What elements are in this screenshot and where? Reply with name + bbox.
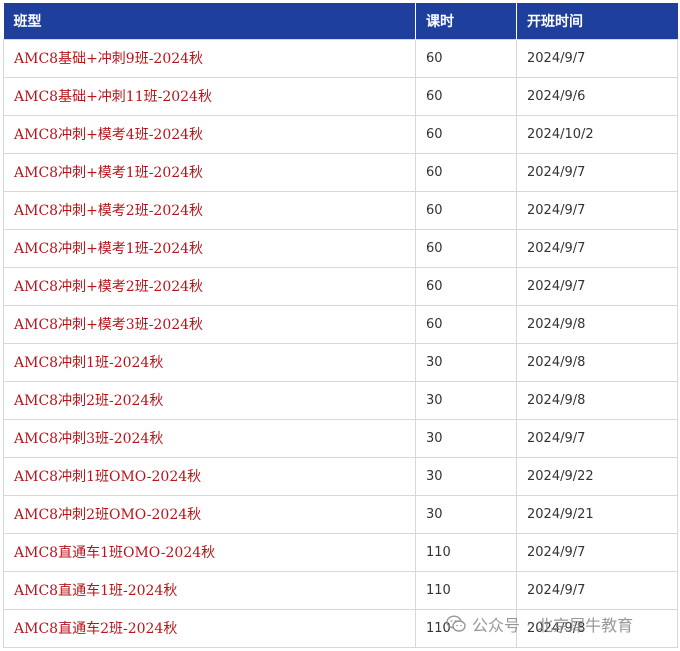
- class-start-date: 2024/9/7: [516, 532, 678, 572]
- class-name-link[interactable]: AMC8冲刺+模考1班-2024秋: [3, 152, 416, 192]
- class-hours: 60: [415, 152, 517, 192]
- class-hours: 110: [415, 570, 517, 610]
- class-start-date: 2024/9/7: [516, 228, 678, 268]
- class-hours: 110: [415, 532, 517, 572]
- table-row: AMC8基础+冲刺9班-2024秋 60 2024/9/7: [3, 38, 678, 78]
- class-name-link[interactable]: AMC8基础+冲刺9班-2024秋: [3, 38, 416, 78]
- class-name-link[interactable]: AMC8冲刺1班OMO-2024秋: [3, 456, 416, 496]
- class-start-date: 2024/9/7: [516, 152, 678, 192]
- class-hours: 60: [415, 38, 517, 78]
- class-name-link[interactable]: AMC8冲刺2班-2024秋: [3, 380, 416, 420]
- table-row: AMC8冲刺+模考2班-2024秋 60 2024/9/7: [3, 190, 678, 230]
- class-hours: 30: [415, 494, 517, 534]
- class-name-link[interactable]: AMC8冲刺2班OMO-2024秋: [3, 494, 416, 534]
- class-name-link[interactable]: AMC8冲刺1班-2024秋: [3, 342, 416, 382]
- class-name-link[interactable]: AMC8直通车1班OMO-2024秋: [3, 532, 416, 572]
- table-row: AMC8直通车1班-2024秋 110 2024/9/7: [3, 570, 678, 610]
- table-body: AMC8基础+冲刺9班-2024秋 60 2024/9/7 AMC8基础+冲刺11班-…: [3, 38, 678, 648]
- table-row: AMC8冲刺2班-2024秋 30 2024/9/8: [3, 380, 678, 420]
- class-hours: 60: [415, 304, 517, 344]
- course-table: 班型 课时 开班时间 AMC8基础+冲刺9班-2024秋 60 2024/9/7 AM…: [3, 3, 678, 648]
- header-row: 班型 课时 开班时间: [3, 3, 678, 39]
- class-start-date: 2024/9/7: [516, 418, 678, 458]
- table-row: AMC8基础+冲刺11班-2024秋 60 2024/9/6: [3, 76, 678, 116]
- class-name-link[interactable]: AMC8基础+冲刺11班-2024秋: [3, 76, 416, 116]
- table-row: AMC8冲刺3班-2024秋 30 2024/9/7: [3, 418, 678, 458]
- class-name-link[interactable]: AMC8直通车1班-2024秋: [3, 570, 416, 610]
- class-start-date: 2024/9/7: [516, 190, 678, 230]
- class-hours: 60: [415, 266, 517, 306]
- class-hours: 30: [415, 380, 517, 420]
- class-hours: 60: [415, 114, 517, 154]
- class-name-link[interactable]: AMC8冲刺+模考2班-2024秋: [3, 190, 416, 230]
- class-start-date: 2024/9/8: [516, 608, 678, 648]
- class-start-date: 2024/9/8: [516, 304, 678, 344]
- header-class-type: 班型: [3, 3, 416, 39]
- table-row: AMC8冲刺+模考4班-2024秋 60 2024/10/2: [3, 114, 678, 154]
- class-hours: 30: [415, 456, 517, 496]
- class-start-date: 2024/9/7: [516, 570, 678, 610]
- class-name-link[interactable]: AMC8冲刺+模考4班-2024秋: [3, 114, 416, 154]
- table-row: AMC8直通车1班OMO-2024秋 110 2024/9/7: [3, 532, 678, 572]
- class-start-date: 2024/9/8: [516, 342, 678, 382]
- class-start-date: 2024/9/21: [516, 494, 678, 534]
- class-hours: 30: [415, 342, 517, 382]
- header-start-date: 开班时间: [516, 3, 678, 39]
- class-hours: 60: [415, 190, 517, 230]
- table-row: AMC8冲刺2班OMO-2024秋 30 2024/9/21: [3, 494, 678, 534]
- class-start-date: 2024/9/6: [516, 76, 678, 116]
- class-start-date: 2024/9/22: [516, 456, 678, 496]
- class-start-date: 2024/10/2: [516, 114, 678, 154]
- class-start-date: 2024/9/7: [516, 266, 678, 306]
- table-row: AMC8冲刺+模考3班-2024秋 60 2024/9/8: [3, 304, 678, 344]
- table-row: AMC8冲刺+模考1班-2024秋 60 2024/9/7: [3, 152, 678, 192]
- header-hours: 课时: [415, 3, 517, 39]
- class-start-date: 2024/9/7: [516, 38, 678, 78]
- class-hours: 60: [415, 228, 517, 268]
- table-row: AMC8直通车2班-2024秋 110 2024/9/8: [3, 608, 678, 648]
- table-row: AMC8冲刺+模考1班-2024秋 60 2024/9/7: [3, 228, 678, 268]
- class-hours: 110: [415, 608, 517, 648]
- class-start-date: 2024/9/8: [516, 380, 678, 420]
- class-name-link[interactable]: AMC8直通车2班-2024秋: [3, 608, 416, 648]
- class-name-link[interactable]: AMC8冲刺3班-2024秋: [3, 418, 416, 458]
- class-hours: 60: [415, 76, 517, 116]
- table-header: 班型 课时 开班时间: [3, 3, 678, 39]
- table-row: AMC8冲刺1班-2024秋 30 2024/9/8: [3, 342, 678, 382]
- class-name-link[interactable]: AMC8冲刺+模考1班-2024秋: [3, 228, 416, 268]
- class-hours: 30: [415, 418, 517, 458]
- class-name-link[interactable]: AMC8冲刺+模考2班-2024秋: [3, 266, 416, 306]
- table-row: AMC8冲刺+模考2班-2024秋 60 2024/9/7: [3, 266, 678, 306]
- class-name-link[interactable]: AMC8冲刺+模考3班-2024秋: [3, 304, 416, 344]
- table-row: AMC8冲刺1班OMO-2024秋 30 2024/9/22: [3, 456, 678, 496]
